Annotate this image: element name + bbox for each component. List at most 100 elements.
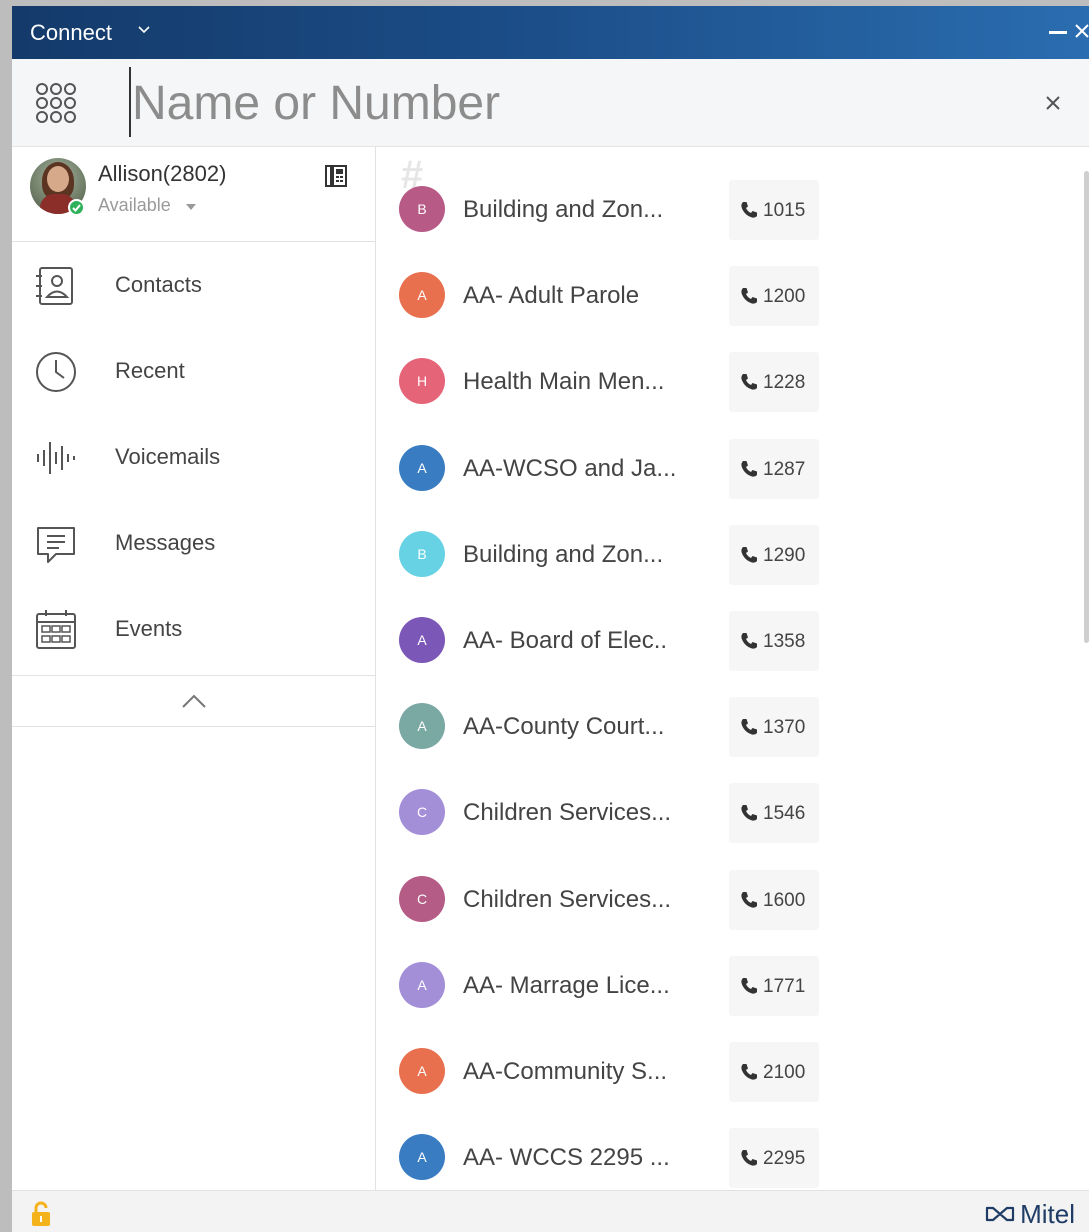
- desk-phone-icon[interactable]: [324, 164, 348, 188]
- chevron-down-icon[interactable]: [136, 22, 152, 38]
- contact-avatar: A: [399, 703, 445, 750]
- nav-label-contacts: Contacts: [115, 272, 202, 297]
- call-extension-button[interactable]: 1287: [729, 438, 819, 499]
- contact-name[interactable]: AA- Board of Elec..: [463, 627, 667, 655]
- voicemail-icon: [37, 442, 75, 474]
- call-extension-button[interactable]: 1370: [729, 697, 819, 758]
- contact-row[interactable]: A AA-County Court... 1370: [377, 685, 1077, 771]
- contact-extension: 1015: [763, 200, 806, 221]
- call-extension-button[interactable]: 1228: [729, 352, 819, 413]
- contact-extension: 2100: [763, 1062, 806, 1083]
- calendar-icon: [36, 610, 76, 649]
- contact-extension: 1546: [763, 803, 806, 825]
- contact-name[interactable]: AA-Community S...: [463, 1058, 667, 1086]
- call-extension-button[interactable]: 1358: [729, 611, 819, 671]
- contact-row[interactable]: A AA- Board of Elec.. 1358: [377, 599, 1077, 685]
- contact-row[interactable]: B Building and Zon... 1290: [377, 513, 1077, 599]
- title-bar: Connect: [12, 6, 1089, 59]
- contact-row[interactable]: A AA-WCSO and Ja... 1287: [377, 427, 1077, 513]
- contact-extension: 1771: [763, 975, 806, 997]
- call-extension-button[interactable]: 2295: [729, 1128, 819, 1189]
- contact-row[interactable]: A AA-Community S... 2100: [377, 1030, 1077, 1116]
- phone-icon: [741, 633, 757, 649]
- text-cursor: [129, 67, 131, 137]
- call-extension-button[interactable]: 1290: [729, 524, 819, 585]
- contact-name[interactable]: AA- Adult Parole: [463, 282, 639, 310]
- contact-avatar: H: [399, 358, 445, 405]
- presence-status[interactable]: Available: [98, 195, 171, 216]
- dialpad-icon[interactable]: [34, 81, 78, 125]
- nav-label-events: Events: [115, 616, 183, 641]
- nav-item-voicemails[interactable]: Voicemails: [12, 414, 375, 500]
- contact-name[interactable]: AA- WCCS 2295 ...: [463, 1144, 670, 1172]
- nav-item-messages[interactable]: Messages: [12, 500, 375, 586]
- minimize-button[interactable]: [1049, 31, 1067, 34]
- contact-avatar: A: [399, 961, 445, 1008]
- phone-icon: [741, 1064, 757, 1080]
- phone-icon: [741, 374, 757, 390]
- contact-name[interactable]: AA-WCSO and Ja...: [463, 455, 676, 483]
- contacts-icon: [36, 267, 73, 305]
- collapse-nav-button[interactable]: [12, 675, 375, 727]
- call-extension-button[interactable]: 1600: [729, 869, 819, 930]
- lock-icon[interactable]: [30, 1201, 52, 1227]
- sidebar: Allison(2802) Available Contacts Recent …: [12, 147, 376, 1190]
- contact-extension: 1287: [763, 458, 806, 480]
- call-extension-button[interactable]: 2100: [729, 1042, 819, 1102]
- contact-name[interactable]: AA- Marrage Lice...: [463, 972, 670, 1000]
- contact-name[interactable]: Children Services...: [463, 886, 671, 914]
- contact-extension: 1200: [763, 286, 806, 308]
- phone-icon: [741, 202, 757, 218]
- chevron-up-icon: [182, 694, 206, 708]
- user-profile: Allison(2802) Available: [12, 147, 375, 242]
- nav-item-recent[interactable]: Recent: [12, 328, 375, 414]
- app-title[interactable]: Connect: [30, 20, 112, 46]
- contact-avatar: A: [399, 1048, 445, 1094]
- call-extension-button[interactable]: 1015: [729, 180, 819, 240]
- caret-down-icon[interactable]: [186, 204, 196, 210]
- user-name: Allison(2802): [98, 161, 227, 186]
- call-extension-button[interactable]: 1546: [729, 783, 819, 844]
- contact-extension: 1370: [763, 717, 806, 739]
- contact-extension: 1228: [763, 372, 806, 394]
- phone-icon: [741, 977, 757, 994]
- scrollbar[interactable]: [1084, 171, 1089, 643]
- phone-icon: [741, 460, 757, 477]
- search-bar: [12, 59, 1089, 147]
- call-extension-button[interactable]: 1771: [729, 955, 819, 1016]
- nav-item-contacts[interactable]: Contacts: [12, 242, 375, 328]
- close-icon: [1075, 24, 1089, 38]
- contact-avatar: A: [399, 617, 445, 663]
- phone-icon: [741, 546, 757, 563]
- close-window-button[interactable]: [1075, 20, 1089, 42]
- contact-row[interactable]: A AA- Marrage Lice... 1771: [377, 944, 1077, 1030]
- contact-row[interactable]: B Building and Zon... 1015: [377, 168, 1077, 254]
- brand-logo: Mitel: [984, 1199, 1075, 1229]
- contact-name[interactable]: Children Services...: [463, 799, 671, 827]
- messages-icon: [37, 527, 75, 563]
- search-input[interactable]: [132, 71, 992, 135]
- contact-row[interactable]: A AA- Adult Parole 1200: [377, 254, 1077, 340]
- clear-search-icon[interactable]: [1043, 93, 1063, 113]
- call-extension-button[interactable]: 1200: [729, 266, 819, 327]
- contact-row[interactable]: C Children Services... 1546: [377, 771, 1077, 857]
- contact-name[interactable]: Building and Zon...: [463, 541, 663, 569]
- nav-label-recent: Recent: [115, 358, 185, 383]
- nav-menu: Contacts Recent Voicemails Messages Even…: [12, 242, 375, 672]
- contact-avatar: A: [399, 272, 445, 319]
- app-window: Connect Name or Number Allison(2802) Ava…: [12, 6, 1089, 1232]
- contact-name[interactable]: AA-County Court...: [463, 713, 664, 741]
- contact-name[interactable]: Health Main Men...: [463, 368, 664, 396]
- contact-avatar: A: [399, 1134, 445, 1181]
- nav-item-events[interactable]: Events: [12, 586, 375, 672]
- footer: Mitel: [12, 1190, 1089, 1232]
- contact-row[interactable]: A AA- WCCS 2295 ... 2295: [377, 1116, 1077, 1190]
- nav-label-messages: Messages: [115, 530, 216, 555]
- contact-extension: 1600: [763, 889, 806, 911]
- contact-row[interactable]: C Children Services... 1600: [377, 858, 1077, 944]
- contact-name[interactable]: Building and Zon...: [463, 196, 663, 224]
- contact-avatar: A: [399, 444, 445, 491]
- phone-icon: [741, 1150, 757, 1166]
- contact-avatar: B: [399, 530, 445, 577]
- contact-row[interactable]: H Health Main Men... 1228: [377, 340, 1077, 426]
